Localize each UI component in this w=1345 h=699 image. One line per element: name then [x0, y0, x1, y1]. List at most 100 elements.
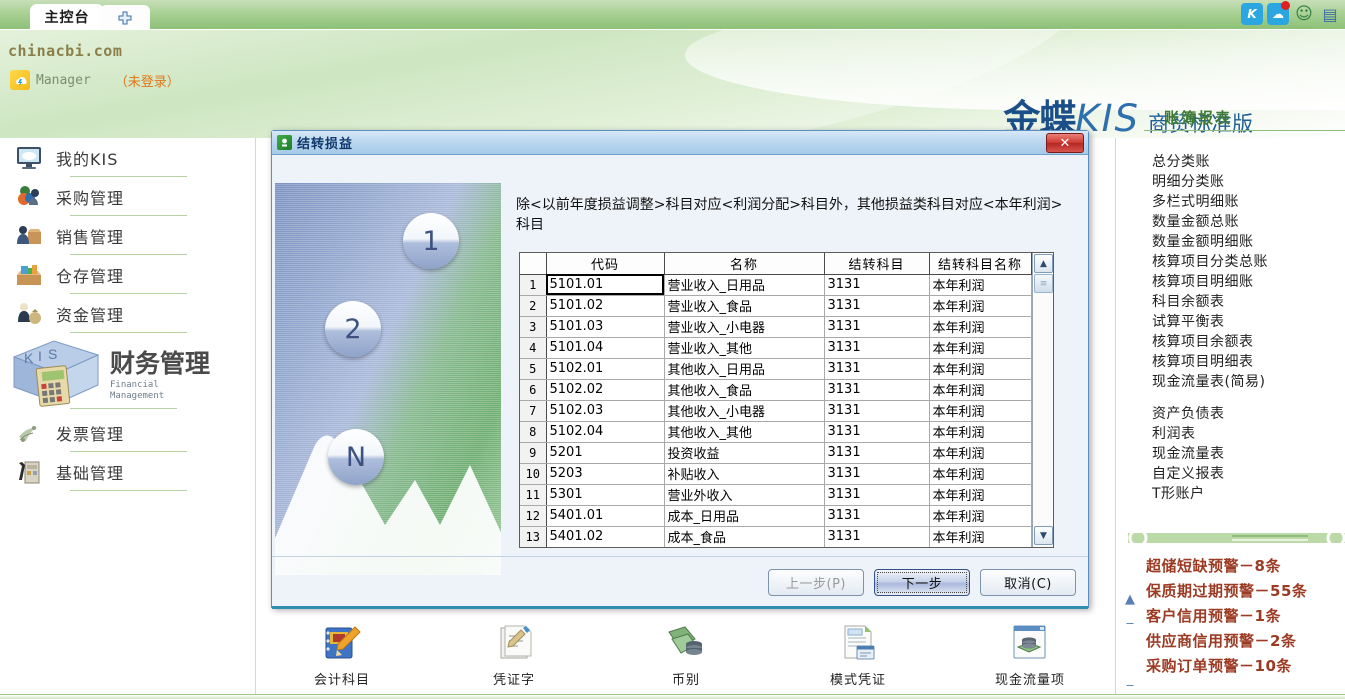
table-cell[interactable]: 本年利润: [929, 358, 1031, 379]
toolbar-item-currency[interactable]: 币别: [600, 622, 772, 688]
report-link[interactable]: 数量金额明细账: [1152, 232, 1342, 252]
table-cell[interactable]: 营业收入_食品: [664, 295, 824, 316]
tab-console[interactable]: 主控台: [30, 4, 104, 30]
table-cell[interactable]: 5101.03: [546, 316, 664, 337]
report-link[interactable]: 资产负债表: [1152, 404, 1342, 424]
report-link[interactable]: 核算项目余额表: [1152, 332, 1342, 352]
table-cell[interactable]: 3131: [824, 316, 929, 337]
table-cell[interactable]: 其他收入_食品: [664, 379, 824, 400]
warning-item[interactable]: 客户信用预警－1条: [1146, 604, 1307, 629]
table-cell[interactable]: 3131: [824, 442, 929, 463]
table-cell[interactable]: 5102.03: [546, 400, 664, 421]
report-link[interactable]: 核算项目明细表: [1152, 352, 1342, 372]
cancel-button[interactable]: 取消(C): [980, 569, 1076, 596]
table-cell[interactable]: 成本_日用品: [664, 505, 824, 526]
table-row[interactable]: 125401.01成本_日用品3131本年利润: [520, 505, 1031, 526]
table-cell[interactable]: 5201: [546, 442, 664, 463]
sidebar-item-invoice[interactable]: 发票管理: [0, 413, 255, 452]
table-row[interactable]: 35101.03营业收入_小电器3131本年利润: [520, 316, 1031, 337]
report-link[interactable]: 总分类账: [1152, 152, 1342, 172]
table-row[interactable]: 15101.01营业收入_日用品3131本年利润: [520, 274, 1031, 295]
table-cell[interactable]: 3131: [824, 379, 929, 400]
table-row[interactable]: 135401.02成本_食品3131本年利润: [520, 526, 1031, 547]
table-cell[interactable]: 本年利润: [929, 526, 1031, 547]
table-cell[interactable]: 5101.01: [546, 274, 664, 295]
toolbar-item-cashflow[interactable]: 现金流量项: [944, 622, 1116, 688]
table-cell[interactable]: 本年利润: [929, 484, 1031, 505]
table-row[interactable]: 25101.02营业收入_食品3131本年利润: [520, 295, 1031, 316]
table-cell[interactable]: 5102.04: [546, 421, 664, 442]
smiley-icon[interactable]: ☺: [1293, 3, 1315, 25]
table-row[interactable]: 55102.01其他收入_日用品3131本年利润: [520, 358, 1031, 379]
table-cell[interactable]: 其他收入_其他: [664, 421, 824, 442]
scroll-thumb[interactable]: ≡: [1034, 274, 1053, 293]
table-cell[interactable]: 投资收益: [664, 442, 824, 463]
report-link[interactable]: T形账户: [1152, 484, 1342, 504]
table-cell[interactable]: 3131: [824, 295, 929, 316]
report-link[interactable]: 核算项目明细账: [1152, 272, 1342, 292]
col-header-target-account-name[interactable]: 结转科目名称: [929, 253, 1031, 274]
cloud-notify-icon[interactable]: ☁: [1267, 3, 1289, 25]
sidebar-item-sales[interactable]: 销售管理: [0, 216, 255, 255]
report-link[interactable]: 自定义报表: [1152, 464, 1342, 484]
col-header-target-account[interactable]: 结转科目: [824, 253, 929, 274]
table-cell[interactable]: 3131: [824, 547, 929, 548]
table-cell[interactable]: 本年利润: [929, 442, 1031, 463]
table-cell[interactable]: 其他收入_小电器: [664, 400, 824, 421]
table-cell[interactable]: 5102.01: [546, 358, 664, 379]
message-icon[interactable]: ▤: [1319, 3, 1341, 25]
kingdee-cloud-icon[interactable]: K: [1241, 3, 1263, 25]
table-cell[interactable]: 3131: [824, 484, 929, 505]
table-cell[interactable]: 本年利润: [929, 337, 1031, 358]
table-cell[interactable]: 5102.02: [546, 379, 664, 400]
report-link[interactable]: 现金流量表: [1152, 444, 1342, 464]
col-header-code[interactable]: 代码: [546, 253, 664, 274]
report-link[interactable]: 试算平衡表: [1152, 312, 1342, 332]
table-cell[interactable]: 3131: [824, 358, 929, 379]
report-link[interactable]: 明细分类账: [1152, 172, 1342, 192]
scroll-up-icon[interactable]: ▲: [1121, 588, 1139, 612]
table-cell[interactable]: 3131: [824, 526, 929, 547]
table-cell[interactable]: 补贴收入: [664, 463, 824, 484]
table-cell[interactable]: 5401.01: [546, 505, 664, 526]
warning-item[interactable]: 供应商信用预警－2条: [1146, 629, 1307, 654]
table-cell[interactable]: 5401.02: [546, 526, 664, 547]
sidebar-item-my-kis[interactable]: 我的KIS: [0, 138, 255, 177]
table-cell[interactable]: 营业外收入: [664, 484, 824, 505]
toolbar-item-voucher-word[interactable]: 凭证字: [428, 622, 600, 688]
sidebar-item-purchase[interactable]: 采购管理: [0, 177, 255, 216]
table-row[interactable]: 115301营业外收入3131本年利润: [520, 484, 1031, 505]
table-row[interactable]: 95201投资收益3131本年利润: [520, 442, 1031, 463]
report-link[interactable]: 利润表: [1152, 424, 1342, 444]
warning-scroll-controls[interactable]: ▲ ‒ ‒ ▼: [1121, 588, 1139, 699]
sidebar-item-financial-management[interactable]: K I S 财务管理 Financia: [0, 333, 255, 413]
table-cell[interactable]: 本年利润: [929, 400, 1031, 421]
toolbar-item-template-voucher[interactable]: 模式凭证: [772, 622, 944, 688]
sidebar-item-capital[interactable]: 资金管理: [0, 294, 255, 333]
table-cell[interactable]: 5101.04: [546, 337, 664, 358]
close-icon[interactable]: ✕: [1046, 133, 1084, 153]
table-cell[interactable]: 营业收入_日用品: [664, 274, 824, 295]
report-link[interactable]: 科目余额表: [1152, 292, 1342, 312]
dialog-title-bar[interactable]: 结转损益 ✕: [272, 131, 1088, 155]
table-row[interactable]: 105203补贴收入3131本年利润: [520, 463, 1031, 484]
table-cell[interactable]: 成本_小电器: [664, 547, 824, 548]
table-row[interactable]: 65102.02其他收入_食品3131本年利润: [520, 379, 1031, 400]
report-link[interactable]: 数量金额总账: [1152, 212, 1342, 232]
col-header-rownum[interactable]: [520, 253, 546, 274]
tab-add-button[interactable]: [100, 5, 150, 30]
table-cell[interactable]: 本年利润: [929, 379, 1031, 400]
sidebar-item-basic[interactable]: 基础管理: [0, 452, 255, 491]
col-header-name[interactable]: 名称: [664, 253, 824, 274]
table-cell[interactable]: 其他收入_日用品: [664, 358, 824, 379]
table-cell[interactable]: 3131: [824, 274, 929, 295]
table-cell[interactable]: 3131: [824, 400, 929, 421]
table-cell[interactable]: 本年利润: [929, 547, 1031, 548]
toolbar-item-accounting-subject[interactable]: 会计科目: [256, 622, 428, 688]
table-row[interactable]: 145401.03成本_小电器3131本年利润: [520, 547, 1031, 548]
scroll-down-button[interactable]: ▼: [1034, 526, 1053, 545]
table-cell[interactable]: 本年利润: [929, 463, 1031, 484]
table-cell[interactable]: 本年利润: [929, 316, 1031, 337]
table-cell[interactable]: 本年利润: [929, 295, 1031, 316]
table-cell[interactable]: 3131: [824, 505, 929, 526]
